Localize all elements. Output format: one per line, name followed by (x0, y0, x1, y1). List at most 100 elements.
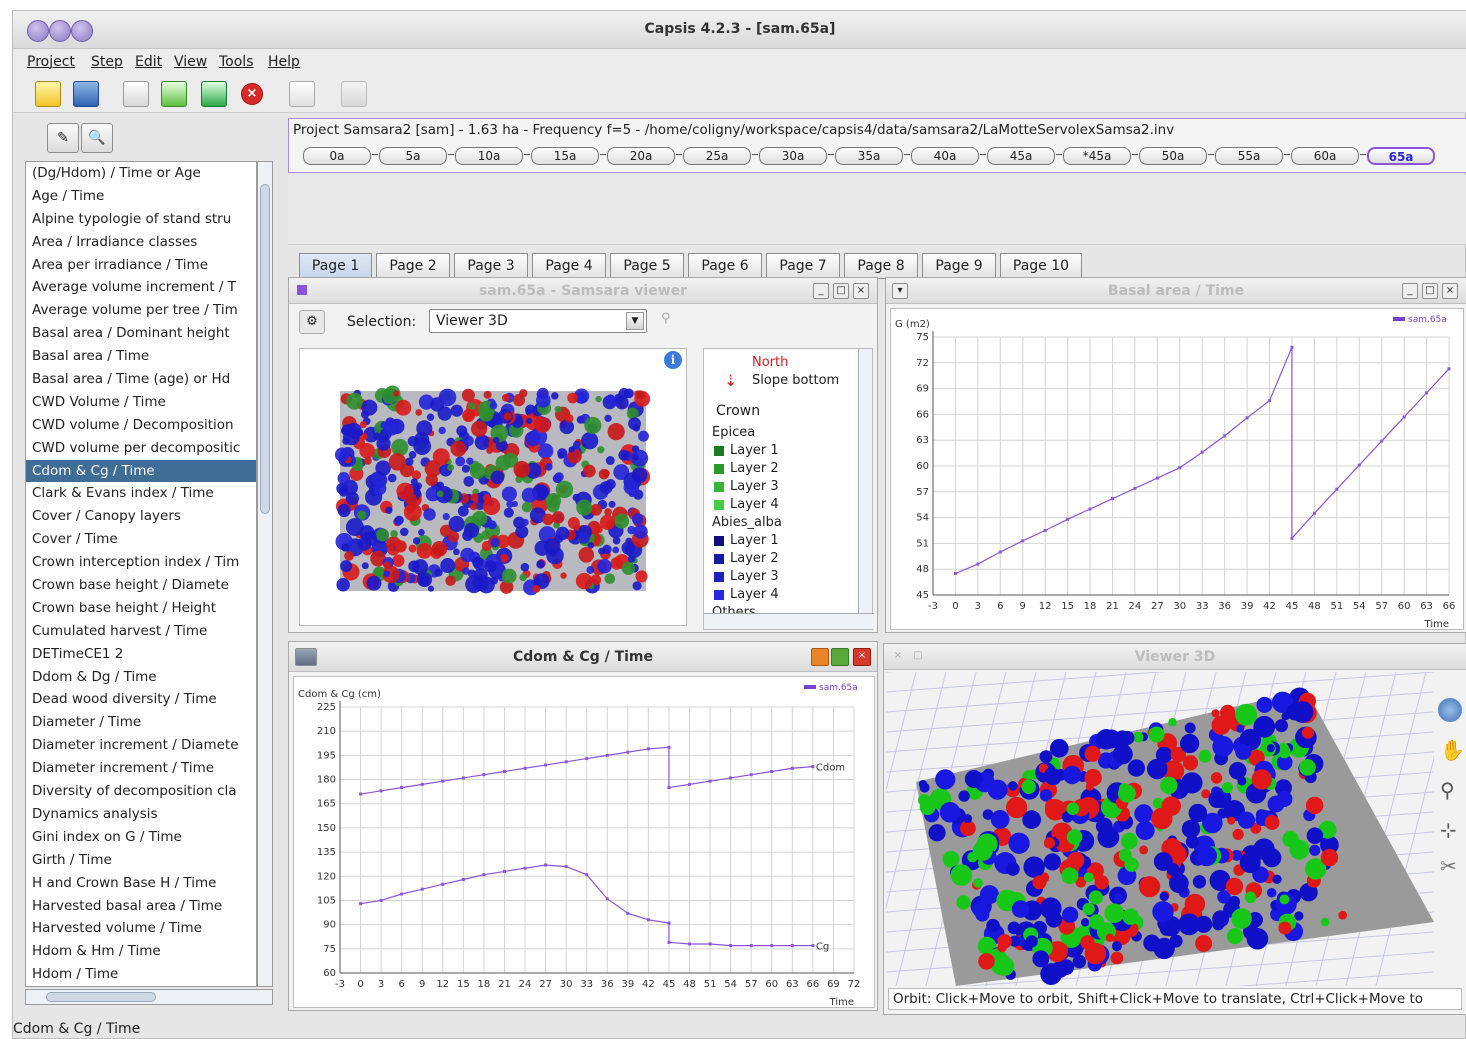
list-item[interactable]: Clark & Evans index / Time (26, 482, 256, 505)
step-button[interactable]: 40a (911, 147, 979, 165)
graph-tab-icon[interactable]: ✎ (47, 123, 79, 153)
frame-close-icon[interactable]: × (1442, 283, 1458, 299)
hand-icon[interactable]: ✋ (1440, 738, 1465, 762)
list-item[interactable]: Cumulated harvest / Time (26, 620, 256, 643)
open-project-icon[interactable] (73, 81, 99, 107)
list-item[interactable]: Basal area / Time (age) or Hd (26, 368, 256, 391)
menu-tools[interactable]: Tools (219, 54, 254, 70)
list-horizontal-scrollbar[interactable] (25, 989, 273, 1005)
list-item[interactable]: Average volume per tree / Tim (26, 299, 256, 322)
magnifier-tab-icon[interactable]: 🔍 (81, 123, 113, 153)
crosshair-icon[interactable]: ⊹ (1440, 818, 1457, 842)
extension-list[interactable]: (Dg/Hdom) / Time or Age Age / Time Alpine … (25, 161, 257, 987)
stand-map-view[interactable]: i (299, 348, 687, 626)
viewer3d-scene[interactable] (886, 672, 1434, 986)
evolution-icon[interactable] (161, 81, 187, 107)
tab-page-10[interactable]: Page 10 (1000, 253, 1082, 279)
list-vertical-scrollbar[interactable] (257, 161, 273, 987)
tab-page-5[interactable]: Page 5 (610, 253, 684, 279)
tab-page-7[interactable]: Page 7 (766, 253, 840, 279)
list-item[interactable]: Age / Time (26, 185, 256, 208)
list-item[interactable]: Cdom & Cg / Time (26, 459, 256, 483)
list-item[interactable]: Ddom & Dg / Time (26, 666, 256, 689)
frame-close-icon[interactable]: × (853, 283, 869, 299)
list-item[interactable]: Diversity of decomposition cla (26, 780, 256, 803)
step-button[interactable]: 20a (607, 147, 675, 165)
legend-scrollbar[interactable] (858, 349, 872, 615)
list-item[interactable]: (Dg/Hdom) / Time or Age (26, 162, 256, 185)
hscroll-thumb[interactable] (46, 992, 156, 1002)
chevron-down-icon[interactable]: ▼ (626, 312, 644, 330)
menu-edit[interactable]: Edit (135, 54, 162, 70)
list-item[interactable]: Gini index on G / Time (26, 826, 256, 849)
list-item[interactable]: Girth / Time (26, 849, 256, 872)
frame-minimize-icon[interactable] (811, 648, 829, 666)
step-button[interactable]: 50a (1139, 147, 1207, 165)
list-item[interactable]: Diameter / Time (26, 711, 256, 734)
list-item[interactable]: CWD volume / Decomposition (26, 414, 256, 437)
frame-maximize-icon[interactable]: □ (1422, 283, 1438, 299)
selection-dropdown[interactable]: Viewer 3D ▼ (429, 309, 647, 333)
list-item[interactable]: CWD volume per decompositic (26, 437, 256, 460)
scroll-thumb[interactable] (260, 184, 270, 514)
document-icon[interactable] (123, 81, 149, 107)
help-icon[interactable] (341, 81, 367, 107)
new-project-icon[interactable] (35, 81, 61, 107)
step-button[interactable]: *45a (1063, 147, 1131, 165)
viewer-settings-icon[interactable]: ⚙ (299, 310, 325, 334)
list-item[interactable]: Cover / Time (26, 528, 256, 551)
list-item[interactable]: Harvested basal area / Time (26, 895, 256, 918)
list-item[interactable]: Alpine typologie of stand stru (26, 208, 256, 231)
list-item[interactable]: DETimeCE1 2 (26, 643, 256, 666)
intervention-icon[interactable] (201, 81, 227, 107)
list-item[interactable]: Hdom & Hm / Time (26, 940, 256, 963)
list-item[interactable]: Dead wood diversity / Time (26, 688, 256, 711)
step-button[interactable]: 35a (835, 147, 903, 165)
tab-page-2[interactable]: Page 2 (376, 253, 450, 279)
list-item[interactable]: Crown base height / Height (26, 597, 256, 620)
step-button[interactable]: 10a (455, 147, 523, 165)
tab-page-4[interactable]: Page 4 (532, 253, 606, 279)
list-item[interactable]: Area / Irradiance classes (26, 231, 256, 254)
list-item[interactable]: Average volume increment / T (26, 276, 256, 299)
menu-help[interactable]: Help (268, 54, 300, 70)
cdom-cg-plot[interactable]: -3 0 3 6 9 12 15 18 21 24 27 30 33 36 39 42 45 48 51 54 57 60… (293, 676, 875, 1008)
step-button[interactable]: 15a (531, 147, 599, 165)
step-button[interactable]: 30a (759, 147, 827, 165)
step-button[interactable]: 0a (303, 147, 371, 165)
menu-project[interactable]: Project (27, 54, 75, 70)
step-button[interactable]: 25a (683, 147, 751, 165)
tab-page-8[interactable]: Page 8 (844, 253, 918, 279)
stop-icon[interactable]: × (241, 83, 263, 105)
menu-view[interactable]: View (174, 54, 207, 70)
tab-page-6[interactable]: Page 6 (688, 253, 762, 279)
wrench-icon[interactable]: ✂ (1440, 854, 1457, 878)
legend-hscrollbar[interactable] (704, 613, 874, 629)
step-button[interactable]: 55a (1215, 147, 1283, 165)
frame-minimize-icon[interactable]: _ (1402, 283, 1418, 299)
basal-area-plot[interactable]: -3 0 3 6 9 12 15 18 21 24 27 30 33 36 39 42 45 48 51 54 57 60… (890, 308, 1464, 630)
menu-step[interactable]: Step (91, 54, 123, 70)
list-item[interactable]: Dynamics analysis (26, 803, 256, 826)
list-item[interactable]: Area per irradiance / Time (26, 254, 256, 277)
step-button[interactable]: 5a (379, 147, 447, 165)
list-item[interactable]: CWD Volume / Time (26, 391, 256, 414)
list-item[interactable]: H and Crown Base H / Time (26, 872, 256, 895)
tools-icon[interactable] (289, 81, 315, 107)
list-item[interactable]: Cover / Canopy layers (26, 505, 256, 528)
tab-page-1[interactable]: Page 1 (299, 253, 372, 279)
frame-minimize-icon[interactable]: _ (813, 283, 829, 299)
list-item[interactable]: Harvested volume / Time (26, 917, 256, 940)
orbit-icon[interactable] (1438, 698, 1462, 722)
list-item[interactable]: Diameter increment / Diamete (26, 734, 256, 757)
zoom-icon[interactable]: ⚲ (1440, 778, 1455, 802)
frame-close-icon[interactable]: × (853, 648, 871, 666)
tab-page-3[interactable]: Page 3 (454, 253, 528, 279)
frame-maximize-icon[interactable] (831, 648, 849, 666)
list-item[interactable]: Basal area / Time (26, 345, 256, 368)
step-button[interactable]: 45a (987, 147, 1055, 165)
tab-page-9[interactable]: Page 9 (922, 253, 996, 279)
step-button[interactable]: 65a (1367, 147, 1435, 165)
list-item[interactable]: Basal area / Dominant height (26, 322, 256, 345)
list-item[interactable]: Hdom / Time (26, 963, 256, 986)
